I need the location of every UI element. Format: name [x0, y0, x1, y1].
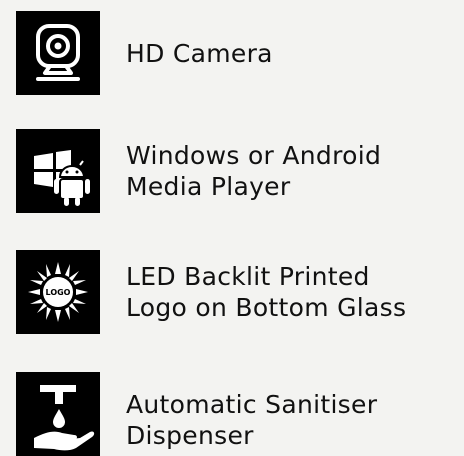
backlit-logo-icon: LOGO: [16, 250, 100, 334]
feature-backlit-logo: LOGO LED Backlit Printed Logo on Bottom G…: [16, 250, 406, 334]
feature-label: LED Backlit Printed Logo on Bottom Glass: [126, 262, 407, 322]
feature-sanitiser: Automatic Sanitiser Dispenser: [16, 372, 377, 456]
feature-media-player: Windows or Android Media Player: [16, 129, 381, 213]
feature-label: Automatic Sanitiser Dispenser: [126, 390, 378, 450]
webcam-icon: [16, 11, 100, 95]
feature-label: HD Camera: [126, 38, 273, 68]
feature-hd-camera: HD Camera: [16, 11, 273, 95]
feature-label: Windows or Android Media Player: [126, 141, 382, 201]
hand-sanitiser-icon: [16, 372, 100, 456]
windows-android-icon: [16, 129, 100, 213]
logo-text: LOGO: [46, 288, 71, 297]
